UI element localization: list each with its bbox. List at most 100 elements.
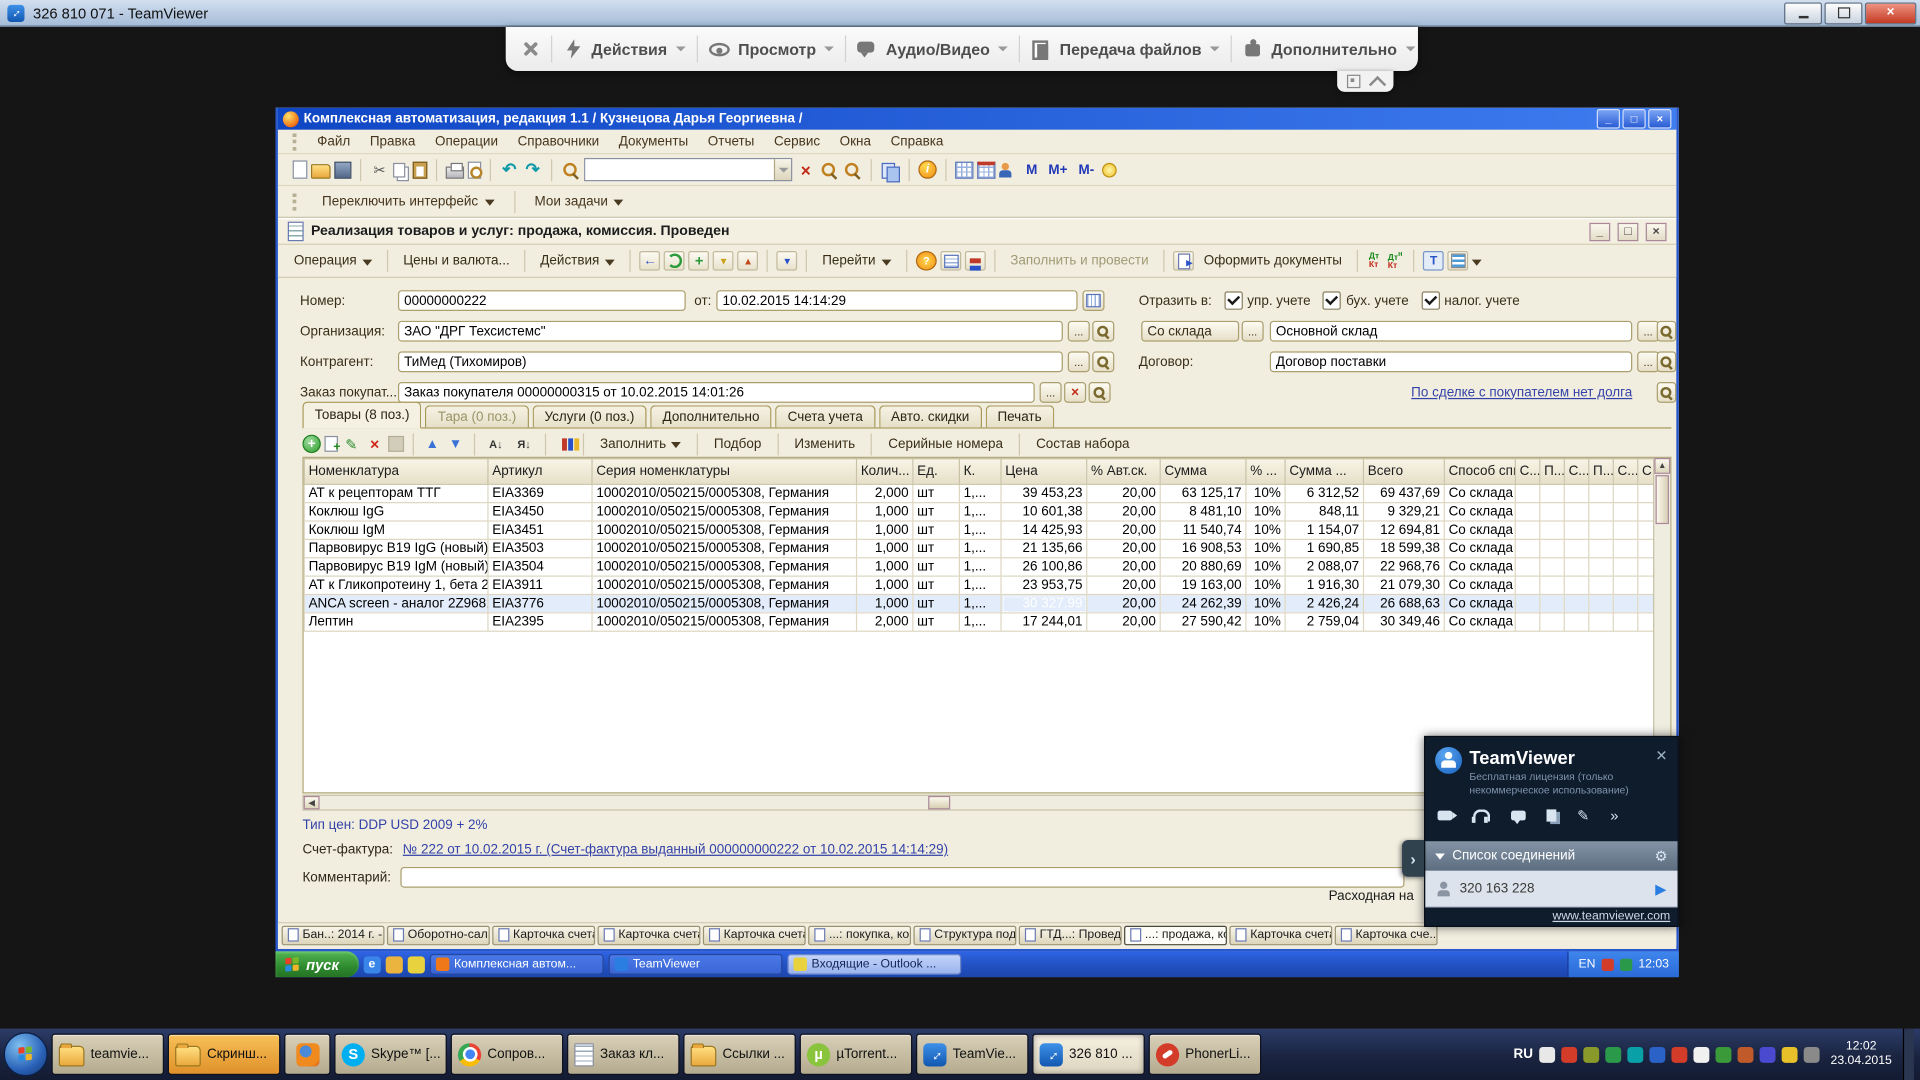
search-input-box[interactable]	[584, 158, 792, 181]
doc-minimize-button[interactable]: _	[1589, 222, 1610, 240]
open-window-button[interactable]: Карточка сче...	[1335, 925, 1438, 945]
cell[interactable]: 30 349,46	[1363, 613, 1444, 631]
cell[interactable]	[1564, 558, 1588, 576]
headset-icon[interactable]	[1473, 809, 1490, 821]
grid-settings-icon[interactable]	[555, 434, 575, 454]
dt-kt-n-icon[interactable]: ДтнКт	[1385, 251, 1405, 271]
cell[interactable]: 10002010/050215/0005308, Германия	[592, 613, 856, 631]
folder-icon[interactable]	[385, 956, 402, 973]
table-row[interactable]: Парвовирус B19 IgM (новый)EIA35041000201…	[304, 558, 1657, 576]
clock[interactable]: 12:02 23.04.2015	[1831, 1039, 1892, 1070]
taskbar-button-Ссылки ...[interactable]: Ссылки ...	[683, 1033, 796, 1075]
warehouse-field[interactable]: Основной склад	[1270, 321, 1632, 342]
connection-entry[interactable]: 320 163 228 ▶	[1425, 871, 1677, 908]
close-button[interactable]: ×	[1865, 2, 1916, 24]
cell[interactable]: 2 426,24	[1285, 594, 1363, 612]
cell[interactable]: 20,00	[1087, 539, 1160, 557]
menu-item-Отчеты[interactable]: Отчеты	[698, 132, 764, 152]
tray-icon[interactable]	[1715, 1046, 1731, 1062]
accounts-icon[interactable]	[940, 251, 961, 271]
search-dropdown-button[interactable]	[774, 159, 791, 180]
1c-close-button[interactable]: ×	[1648, 109, 1671, 129]
vertical-scroll-thumb[interactable]	[1656, 475, 1669, 524]
tab-Авто. скидки[interactable]: Авто. скидки	[879, 405, 982, 427]
checkbox-checked-icon[interactable]	[1224, 291, 1242, 309]
org-field[interactable]: ЗАО "ДРГ Техсистемс"	[398, 321, 1063, 342]
taskbar-button-TeamVie...[interactable]: ↔TeamVie...	[916, 1033, 1029, 1075]
open-window-button[interactable]: Карточка счета...	[492, 925, 595, 945]
order-select-button[interactable]: ...	[1040, 382, 1062, 403]
warehouse-mode-button[interactable]: Со склада	[1141, 321, 1239, 342]
cell[interactable]: 1,000	[857, 539, 913, 557]
cell[interactable]: 1,...	[959, 539, 1001, 557]
debt-open-button[interactable]	[1657, 382, 1677, 403]
cell[interactable]	[1613, 521, 1637, 539]
cell[interactable]: 1,...	[959, 576, 1001, 594]
connections-list-header[interactable]: Список соединений ⚙	[1425, 841, 1677, 870]
cell[interactable]: 24 262,39	[1160, 594, 1246, 612]
cell[interactable]	[1589, 539, 1613, 557]
actions-button[interactable]: Действия	[534, 250, 621, 272]
open-window-button[interactable]: Карточка счета...	[1229, 925, 1332, 945]
column-header[interactable]: Артикул	[488, 459, 592, 485]
column-header[interactable]: % ...	[1246, 459, 1285, 485]
cell[interactable]: 16 908,53	[1160, 539, 1246, 557]
sort-asc-icon[interactable]: А↓	[484, 434, 508, 454]
files-icon[interactable]	[1547, 809, 1557, 821]
cell[interactable]: шт	[913, 484, 960, 502]
taskbar-button-teamvie...[interactable]: teamvie...	[51, 1033, 164, 1075]
print-dropdown-icon[interactable]	[777, 251, 798, 271]
menu-item-Окна[interactable]: Окна	[830, 132, 881, 152]
delete-row-icon[interactable]: ×	[365, 434, 385, 454]
partner-field[interactable]: ТиМед (Тихомиров)	[398, 351, 1063, 372]
cell[interactable]: 27 590,42	[1160, 613, 1246, 631]
gear-icon[interactable]: ⚙	[1655, 849, 1668, 864]
outlook-icon[interactable]	[407, 956, 424, 973]
cell[interactable]: Со склада	[1444, 594, 1515, 612]
open-window-button[interactable]: Структура подч...	[913, 925, 1016, 945]
taskbar-button-Заказ кл...[interactable]: Заказ кл...	[567, 1033, 680, 1075]
panel-close-icon[interactable]: ✕	[1655, 747, 1667, 764]
prices-currency-button[interactable]: Цены и валюта...	[397, 250, 516, 272]
contract-open-button[interactable]	[1657, 351, 1677, 372]
cell[interactable]: Парвовирус B19 IgG (новый)	[304, 539, 488, 557]
remote-task-TeamViewer[interactable]: TeamViewer	[608, 954, 782, 975]
1c-minimize-button[interactable]: _	[1597, 109, 1620, 129]
taskbar-button-firefox-icon[interactable]	[284, 1033, 331, 1075]
more-icon[interactable]: »	[1610, 808, 1618, 823]
menu-item-Правка[interactable]: Правка	[360, 132, 425, 152]
cell[interactable]: 26 688,63	[1363, 594, 1444, 612]
cell[interactable]: 1,000	[857, 576, 913, 594]
save-icon[interactable]	[334, 161, 351, 178]
scroll-up-icon[interactable]: ▲	[1654, 458, 1670, 474]
cell[interactable]: 14 425,93	[1001, 521, 1087, 539]
open-window-button[interactable]: Бан..: 2014 г. - ...	[282, 925, 385, 945]
tray-icon[interactable]	[1605, 1046, 1621, 1062]
tab-Тара (0 поз.)[interactable]: Тара (0 поз.)	[425, 405, 528, 427]
cell[interactable]: 10%	[1246, 484, 1285, 502]
column-header[interactable]: С...	[1515, 459, 1539, 485]
cell[interactable]: 10002010/050215/0005308, Германия	[592, 594, 856, 612]
cell[interactable]	[1515, 539, 1539, 557]
cell[interactable]: АТ к рецепторам ТТГ	[304, 484, 488, 502]
invoice-link[interactable]: № 222 от 10.02.2015 г. (Счет-фактура выд…	[403, 842, 948, 857]
cell[interactable]: 21 079,30	[1363, 576, 1444, 594]
tray-icon[interactable]	[1760, 1046, 1776, 1062]
copy-icon[interactable]	[393, 162, 405, 177]
taskbar-button-PhonerLi...[interactable]: PhonerLi...	[1149, 1033, 1262, 1075]
find-next-icon[interactable]	[819, 160, 839, 180]
cell[interactable]: EIA3450	[488, 503, 592, 521]
tray-icon[interactable]	[1649, 1046, 1665, 1062]
cell[interactable]: 21 135,66	[1001, 539, 1087, 557]
cell[interactable]: Со склада	[1444, 613, 1515, 631]
collapse-toolbar-icon[interactable]	[1369, 75, 1386, 92]
cell[interactable]	[1564, 576, 1588, 594]
cell[interactable]	[1613, 539, 1637, 557]
taskbar-button-326 810 ...[interactable]: ↔326 810 ...	[1032, 1033, 1145, 1075]
cell[interactable]	[1540, 521, 1564, 539]
cell[interactable]: 2 088,07	[1285, 558, 1363, 576]
cell[interactable]: 17 244,01	[1001, 613, 1087, 631]
redo-icon[interactable]: ↷	[523, 160, 543, 180]
cell[interactable]	[1540, 503, 1564, 521]
unpost-document-icon[interactable]	[738, 251, 759, 271]
